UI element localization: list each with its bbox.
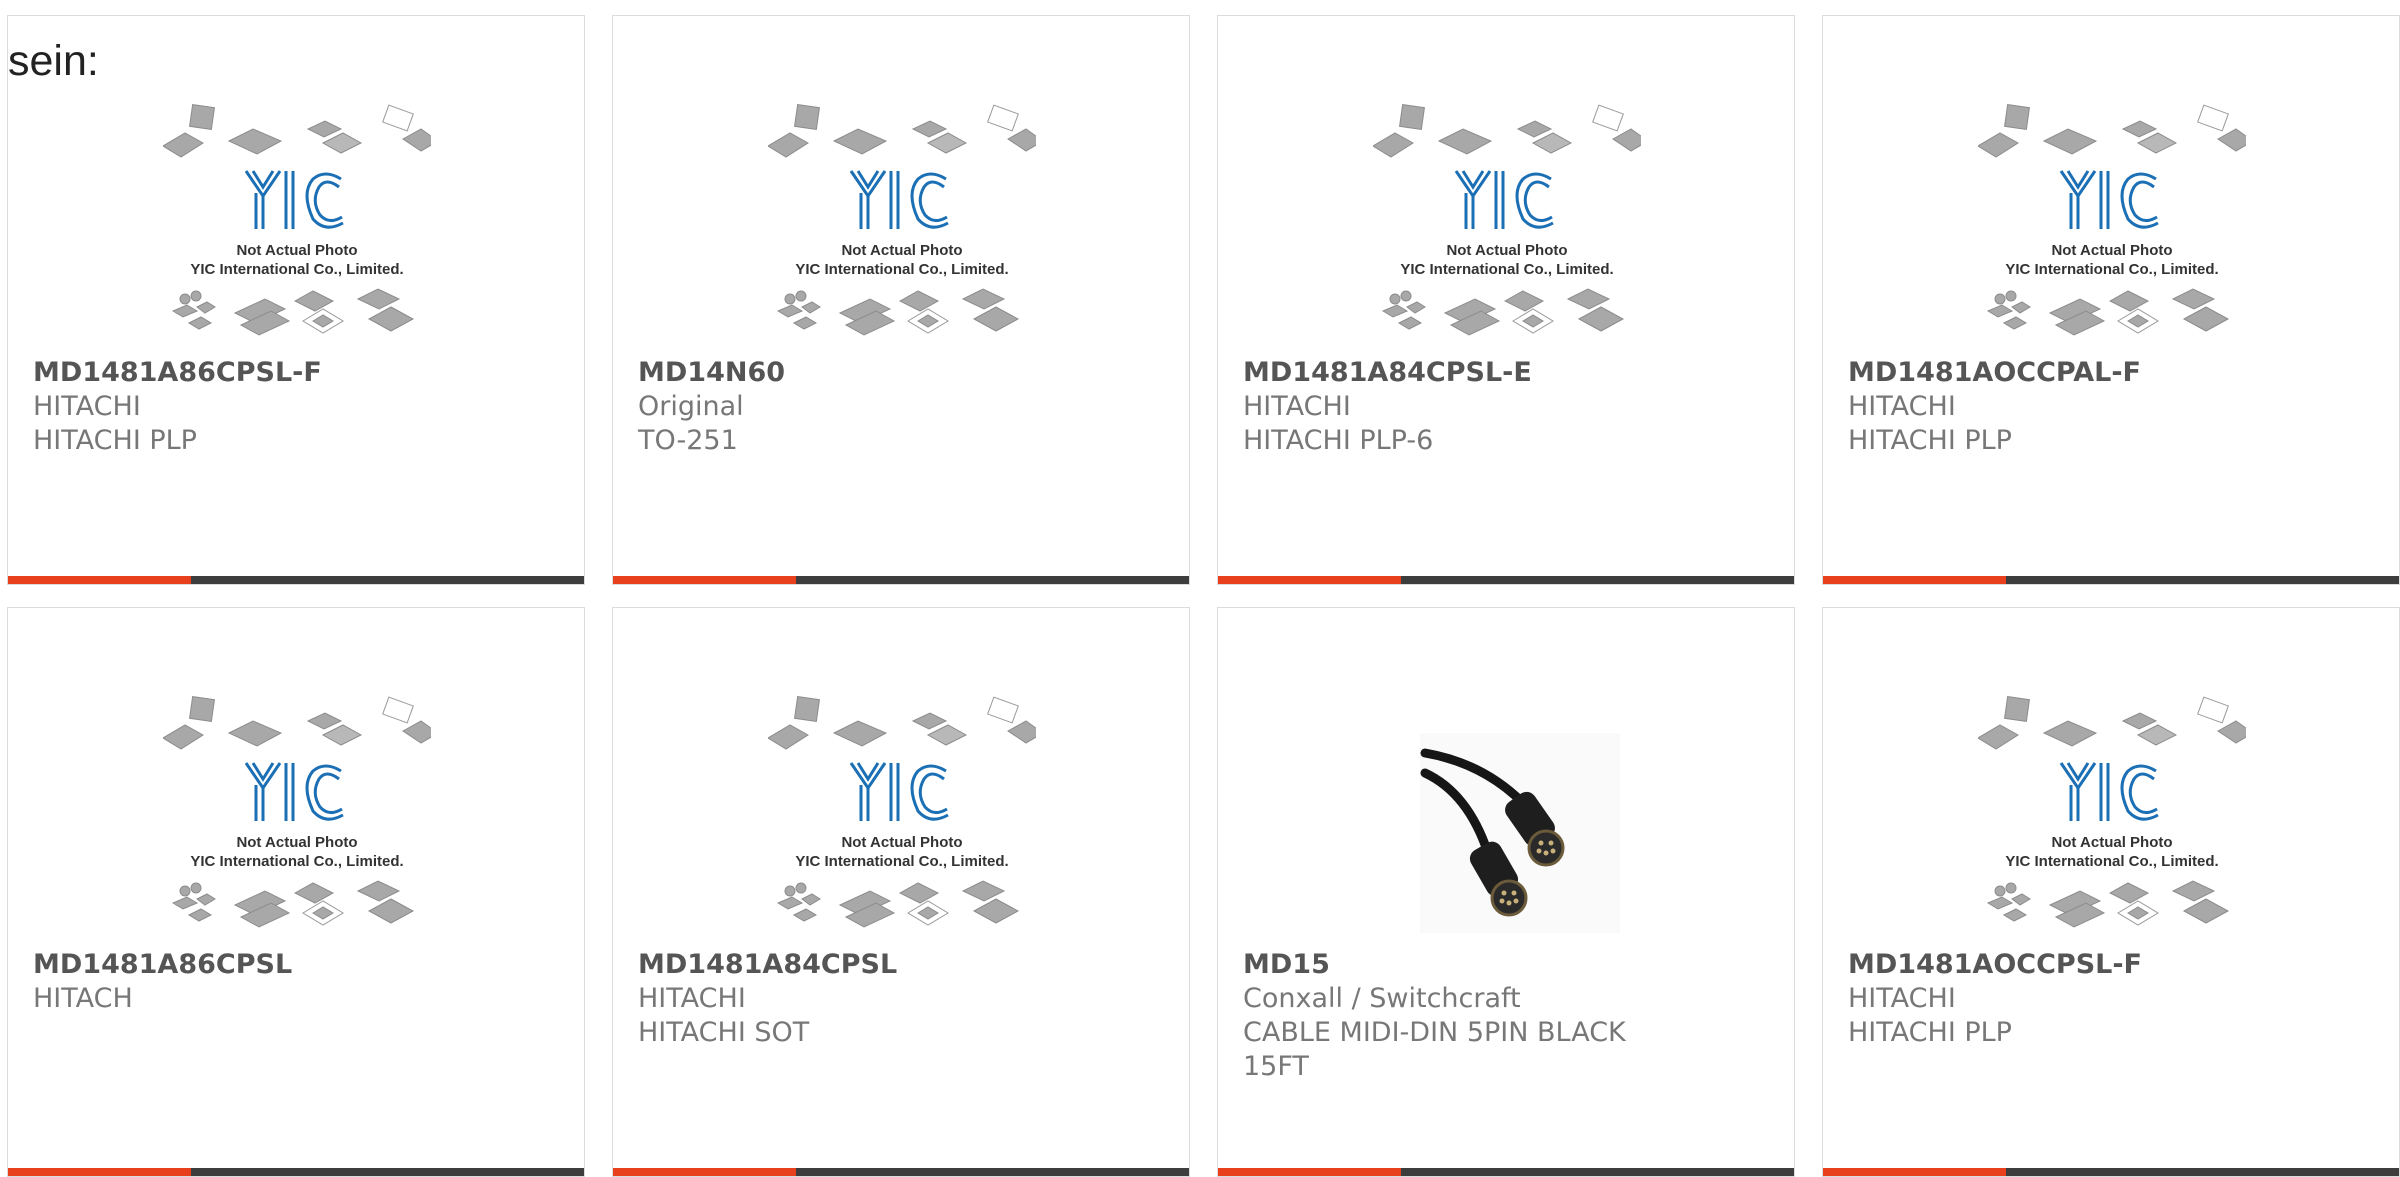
- manufacturer: Original: [638, 391, 744, 422]
- card-accent-bar: [613, 1168, 796, 1176]
- placeholder-company: YIC International Co., Limited.: [795, 261, 1008, 278]
- part-number[interactable]: MD1481AOCCPSL-F: [1848, 948, 2368, 982]
- card-bottom-bar: [613, 576, 1189, 584]
- placeholder-caption: Not Actual Photo: [841, 834, 962, 851]
- placeholder-caption: Not Actual Photo: [2051, 834, 2172, 851]
- placeholder-image[interactable]: Not Actual Photo YIC International Co., …: [1372, 101, 1649, 349]
- part-number[interactable]: MD1481A84CPSL: [638, 948, 1158, 982]
- placeholder-caption: Not Actual Photo: [2051, 242, 2172, 259]
- product-info: MD1481A86CPSL HITACH: [33, 948, 553, 1016]
- part-number[interactable]: MD1481AOCCPAL-F: [1848, 356, 2368, 390]
- placeholder-caption: Not Actual Photo: [841, 242, 962, 259]
- placeholder-image[interactable]: Not Actual Photo YIC International Co., …: [767, 693, 1044, 941]
- card-bottom-bar: [1823, 1168, 2399, 1176]
- manufacturer: HITACHI: [1848, 391, 1956, 422]
- product-card[interactable]: Not Actual Photo YIC International Co., …: [1217, 15, 1795, 585]
- product-info: MD1481AOCCPAL-F HITACHI HITACHI PLP: [1848, 356, 2368, 458]
- manufacturer: HITACHI: [1848, 983, 1956, 1014]
- product-card[interactable]: Not Actual Photo YIC International Co., …: [612, 607, 1190, 1177]
- package-description: HITACHI PLP: [1848, 1017, 2012, 1048]
- placeholder-caption: Not Actual Photo: [1446, 242, 1567, 259]
- card-accent-bar: [1218, 576, 1401, 584]
- placeholder-caption: Not Actual Photo: [236, 834, 357, 851]
- section-heading: sein:: [8, 37, 99, 85]
- product-image[interactable]: [1373, 693, 1641, 941]
- card-accent-bar: [1823, 576, 2006, 584]
- product-info: MD15 Conxall / Switchcraft CABLE MIDI-DIN …: [1243, 948, 1763, 1084]
- part-number[interactable]: MD14N60: [638, 356, 1158, 390]
- card-accent-bar: [613, 576, 796, 584]
- card-accent-bar: [1823, 1168, 2006, 1176]
- card-accent-bar: [8, 576, 191, 584]
- part-number[interactable]: MD1481A86CPSL-F: [33, 356, 553, 390]
- package-description: HITACHI PLP-6: [1243, 425, 1434, 456]
- product-info: MD1481A84CPSL HITACHI HITACHI SOT: [638, 948, 1158, 1050]
- product-info: MD1481A84CPSL-E HITACHI HITACHI PLP-6: [1243, 356, 1763, 458]
- product-info: MD14N60 Original TO-251: [638, 356, 1158, 458]
- manufacturer: HITACHI: [1243, 391, 1351, 422]
- placeholder-company: YIC International Co., Limited.: [2005, 261, 2218, 278]
- product-info: MD1481A86CPSL-F HITACHI HITACHI PLP: [33, 356, 553, 458]
- card-bottom-bar: [1218, 576, 1794, 584]
- placeholder-image[interactable]: Not Actual Photo YIC International Co., …: [162, 693, 439, 941]
- package-description: TO-251: [638, 425, 738, 456]
- package-description: HITACHI PLP: [1848, 425, 2012, 456]
- product-card[interactable]: Not Actual Photo YIC International Co., …: [7, 15, 585, 585]
- placeholder-company: YIC International Co., Limited.: [190, 261, 403, 278]
- card-bottom-bar: [1823, 576, 2399, 584]
- placeholder-company: YIC International Co., Limited.: [1400, 261, 1613, 278]
- manufacturer: HITACH: [33, 983, 133, 1014]
- manufacturer: HITACHI: [638, 983, 746, 1014]
- placeholder-company: YIC International Co., Limited.: [2005, 853, 2218, 870]
- product-card[interactable]: Not Actual Photo YIC International Co., …: [612, 15, 1190, 585]
- placeholder-caption: Not Actual Photo: [236, 242, 357, 259]
- package-description: CABLE MIDI-DIN 5PIN BLACK: [1243, 1017, 1626, 1048]
- placeholder-image[interactable]: Not Actual Photo YIC International Co., …: [767, 101, 1044, 349]
- placeholder-company: YIC International Co., Limited.: [795, 853, 1008, 870]
- manufacturer: Conxall / Switchcraft: [1243, 983, 1521, 1014]
- product-card[interactable]: Not Actual Photo YIC International Co., …: [7, 607, 585, 1177]
- package-description: HITACHI PLP: [33, 425, 197, 456]
- card-accent-bar: [8, 1168, 191, 1176]
- placeholder-company: YIC International Co., Limited.: [190, 853, 403, 870]
- product-card[interactable]: Not Actual Photo YIC International Co., …: [1822, 607, 2400, 1177]
- part-number[interactable]: MD1481A86CPSL: [33, 948, 553, 982]
- package-description: 15FT: [1243, 1051, 1309, 1082]
- card-bottom-bar: [8, 576, 584, 584]
- placeholder-image[interactable]: Not Actual Photo YIC International Co., …: [162, 101, 439, 349]
- product-card[interactable]: Not Actual Photo YIC International Co., …: [1822, 15, 2400, 585]
- package-description: HITACHI SOT: [638, 1017, 810, 1048]
- product-card[interactable]: MD15 Conxall / Switchcraft CABLE MIDI-DIN …: [1217, 607, 1795, 1177]
- card-bottom-bar: [613, 1168, 1189, 1176]
- placeholder-image[interactable]: Not Actual Photo YIC International Co., …: [1977, 101, 2254, 349]
- placeholder-image[interactable]: Not Actual Photo YIC International Co., …: [1977, 693, 2254, 941]
- product-info: MD1481AOCCPSL-F HITACHI HITACHI PLP: [1848, 948, 2368, 1050]
- card-bottom-bar: [8, 1168, 584, 1176]
- card-accent-bar: [1218, 1168, 1401, 1176]
- part-number[interactable]: MD1481A84CPSL-E: [1243, 356, 1763, 390]
- card-bottom-bar: [1218, 1168, 1794, 1176]
- manufacturer: HITACHI: [33, 391, 141, 422]
- part-number[interactable]: MD15: [1243, 948, 1763, 982]
